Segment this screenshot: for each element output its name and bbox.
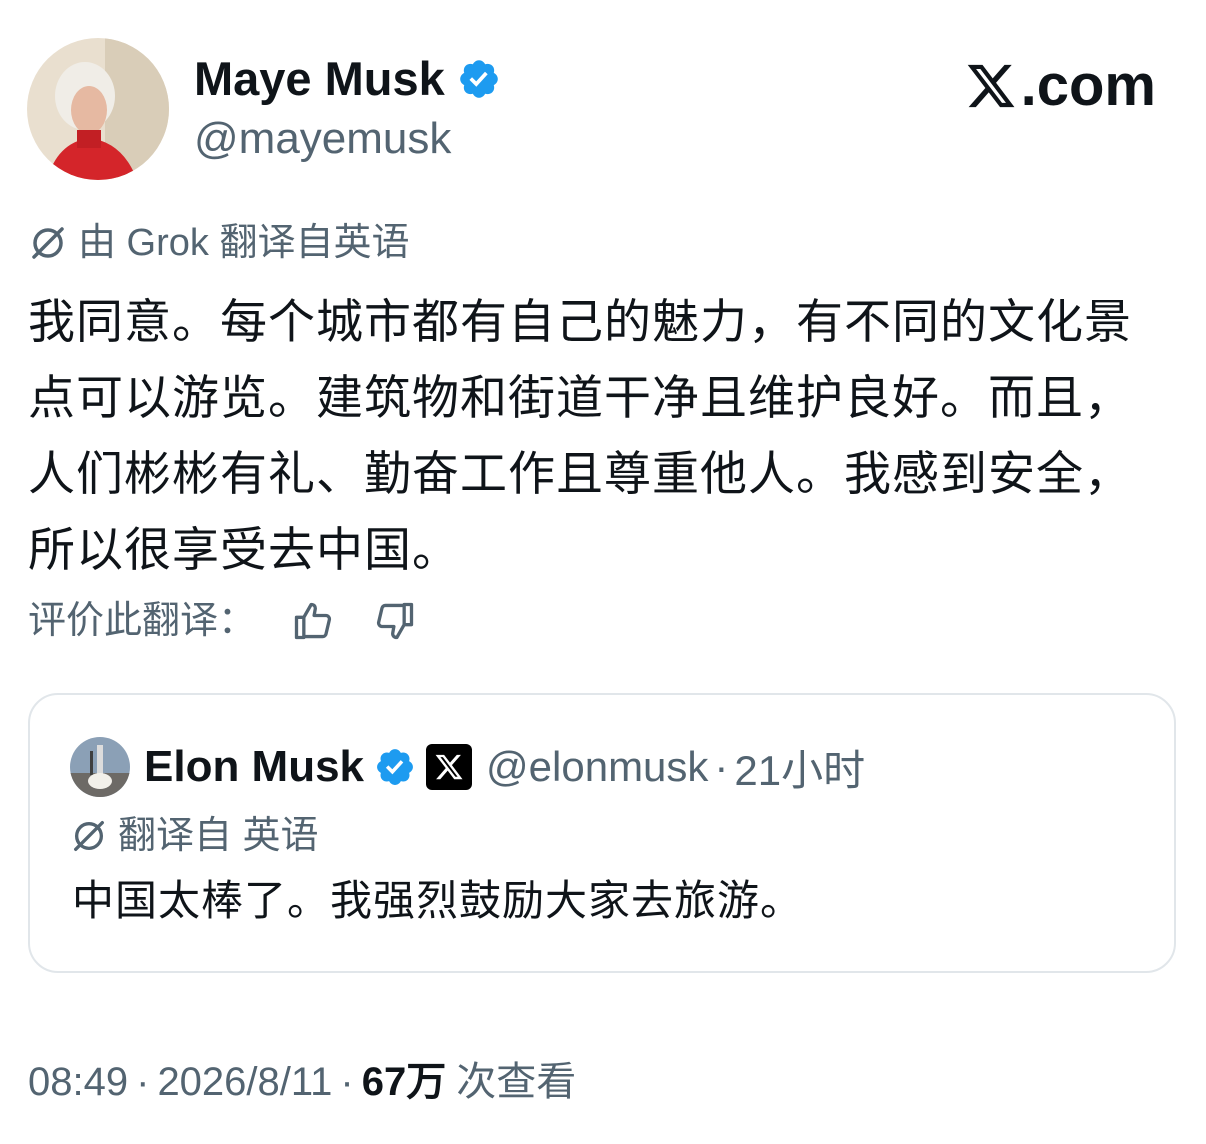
quoted-author-name[interactable]: Elon Musk [144, 742, 364, 792]
quoted-author-avatar[interactable] [70, 737, 130, 797]
thumbs-up-icon [294, 602, 332, 640]
views-label: 次查看 [456, 1060, 577, 1104]
rate-translation-label: 评价此翻译： [28, 600, 257, 642]
author-name[interactable]: Maye Musk [194, 50, 445, 108]
quoted-tweet-card[interactable]: Elon Musk @elonmusk · 21小时 翻译自 英语 中国太棒了。… [28, 693, 1176, 973]
meta-separator: · [340, 1060, 354, 1104]
author-avatar[interactable] [27, 38, 169, 180]
views-count: 67万 [361, 1060, 447, 1104]
grok-icon [32, 227, 64, 259]
quoted-verified-badge-icon [377, 749, 413, 785]
thumbs-down-icon [376, 602, 414, 640]
quoted-translation-notice-text: 翻译自 英语 [118, 815, 319, 857]
brand-domain: .com [1020, 53, 1156, 118]
tweet-meta: 08:49 · 2026/8/11 · 67万 次查看 [28, 1056, 576, 1108]
tweet-text: 我同意。每个城市都有自己的魅力，有不同的文化景点可以游览。建筑物和街道干净且维护… [28, 295, 1132, 576]
rate-translation-row: 评价此翻译： [28, 596, 420, 646]
tweet-time[interactable]: 08:49 [28, 1056, 128, 1108]
author-avatar-image [27, 38, 169, 180]
meta-separator: · [136, 1060, 150, 1104]
x-brand: .com [965, 56, 1156, 116]
quoted-separator: · [714, 743, 729, 790]
verified-badge-icon [457, 57, 501, 101]
quoted-tweet-text: 中国太棒了。我强烈鼓励大家去旅游。 [72, 877, 804, 924]
quoted-translation-notice: 翻译自 英语 [70, 811, 319, 861]
quoted-author-handle[interactable]: @elonmusk [486, 743, 708, 791]
x-affiliate-badge-icon [426, 744, 473, 790]
translation-notice: 由 Grok 翻译自英语 [28, 218, 409, 268]
thumbs-up-button[interactable] [288, 596, 338, 646]
author-name-row: Maye Musk [194, 50, 501, 108]
x-logo-icon [967, 64, 1015, 108]
grok-icon [74, 821, 104, 851]
thumbs-down-button[interactable] [370, 596, 420, 646]
quoted-avatar-image [70, 737, 130, 797]
author-handle[interactable]: @mayemusk [194, 112, 451, 166]
quoted-timestamp[interactable]: 21小时 [734, 737, 865, 798]
translation-notice-text: 由 Grok 翻译自英语 [78, 222, 410, 264]
tweet-date[interactable]: 2026/8/11 [157, 1056, 332, 1108]
quoted-tweet-header: Elon Musk @elonmusk · 21小时 [70, 735, 865, 799]
